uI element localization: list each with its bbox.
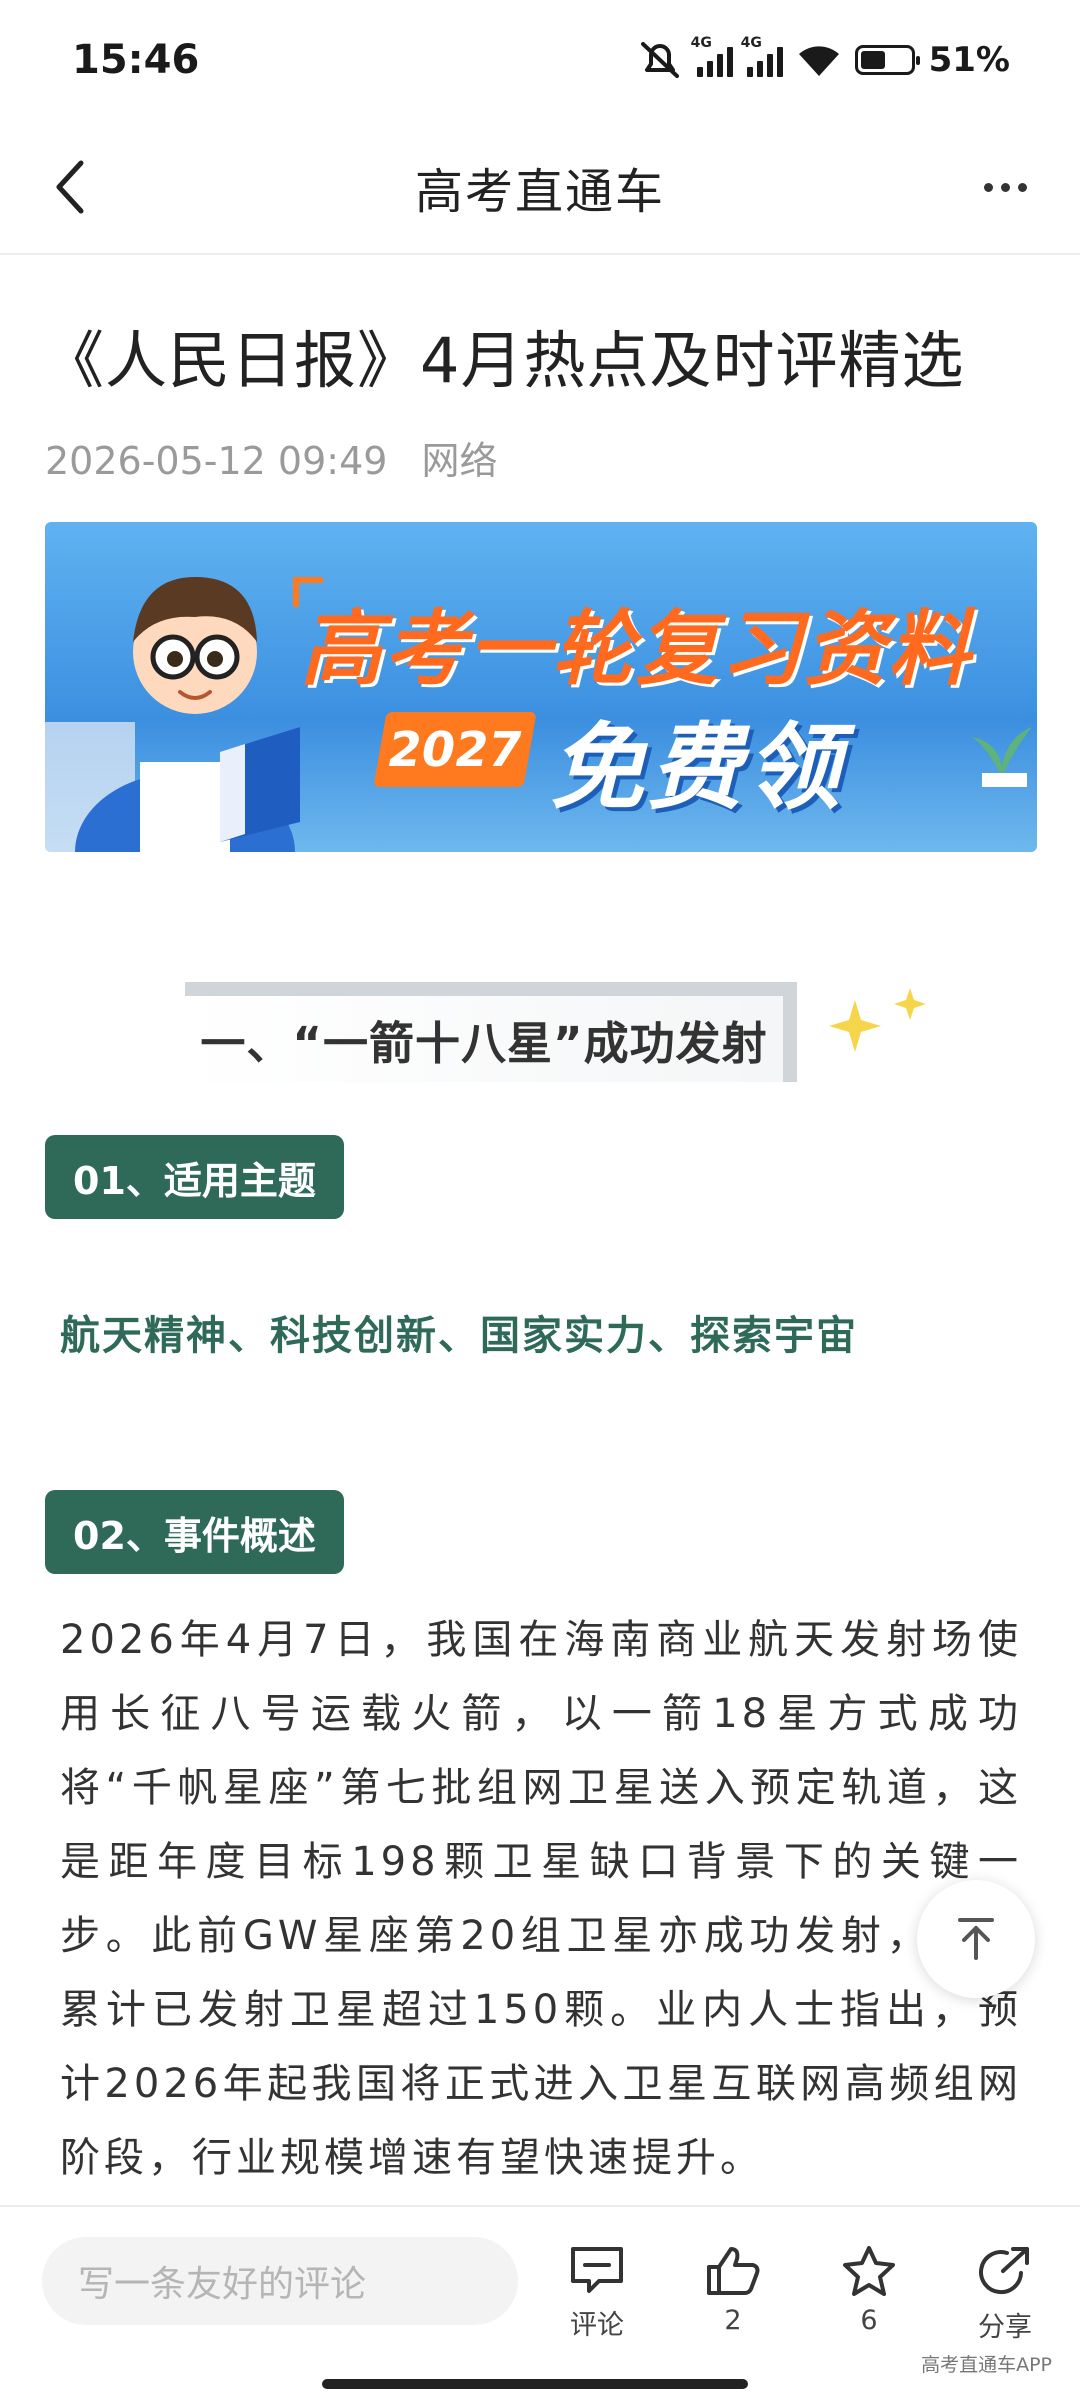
- more-dot: [1000, 182, 1010, 192]
- banner-headline: 高考一轮复习资料: [300, 602, 972, 697]
- mute-icon: [640, 42, 679, 78]
- status-icons: 4G 4G 51%: [637, 35, 1010, 80]
- home-indicator[interactable]: [322, 2379, 748, 2389]
- overview-label-pill: 02、事件概述: [45, 1490, 344, 1574]
- favorite-button[interactable]: 6: [824, 2245, 914, 2336]
- student-illustration: [45, 577, 300, 852]
- article-source: 网络: [421, 439, 498, 483]
- status-bar: 15:46 4G 4G 51%: [0, 0, 1080, 120]
- comment-icon: [571, 2247, 623, 2293]
- page-title: 高考直通车: [414, 163, 665, 220]
- network-type-label: 4G: [740, 35, 762, 51]
- scroll-to-top-button[interactable]: [917, 1880, 1035, 1998]
- promo-banner[interactable]: 高考一轮复习资料 2027 免费领: [45, 522, 1037, 852]
- more-dot: [1017, 182, 1027, 192]
- section-heading: 一、“一箭十八星”成功发射: [185, 982, 797, 1082]
- nav-bar: 高考直通车: [0, 120, 1080, 255]
- back-button[interactable]: [40, 155, 100, 219]
- section-heading-text: 一、“一箭十八星”成功发射: [200, 1016, 768, 1070]
- battery-icon: [854, 45, 920, 75]
- share-icon: [979, 2247, 1029, 2295]
- bottom-action-bar: 写一条友好的评论 评论 2 6 分享 高考直通车APP: [0, 2205, 1080, 2400]
- signal-icon-1: 4G: [691, 35, 733, 77]
- signal-icon-2: 4G: [741, 35, 783, 77]
- network-type-label: 4G: [690, 35, 712, 51]
- comment-input[interactable]: 写一条友好的评论: [42, 2237, 518, 2325]
- plant-decoration: [972, 727, 1032, 787]
- share-label: 分享: [978, 2312, 1032, 2343]
- article-content[interactable]: 《人民日报》4月热点及时评精选 2026-05-12 09:49 网络 高考一轮…: [0, 255, 1080, 2205]
- more-dot: [983, 182, 993, 192]
- wifi-icon: [798, 46, 839, 76]
- comment-button[interactable]: 评论: [552, 2245, 642, 2342]
- like-button[interactable]: 2: [688, 2245, 778, 2336]
- share-button[interactable]: 分享: [960, 2245, 1050, 2344]
- sparkle-icon: [829, 988, 926, 1052]
- star-icon: [843, 2246, 895, 2296]
- overview-paragraph: 2026年4月7日，我国在海南商业航天发射场使用长征八号运载火箭，以一箭18星方…: [60, 1617, 1022, 2181]
- more-button[interactable]: [970, 155, 1040, 219]
- comment-label: 评论: [570, 2310, 624, 2341]
- article-meta: 2026-05-12 09:49 网络: [45, 430, 520, 485]
- banner-cta: 免费领: [550, 714, 845, 823]
- like-count: 2: [724, 2305, 742, 2336]
- chevron-left-icon: [56, 160, 84, 214]
- topics-text: 航天精神、科技创新、国家实力、探索宇宙: [60, 1313, 858, 1359]
- topic-label-pill: 01、适用主题: [45, 1135, 344, 1219]
- banner-year-badge: 2027: [373, 712, 537, 787]
- status-time: 15:46: [72, 37, 200, 83]
- battery-percent: 51%: [928, 40, 1010, 80]
- app-watermark: 高考直通车APP: [921, 2354, 1052, 2376]
- article-title: 《人民日报》4月热点及时评精选: [42, 324, 965, 397]
- arrow-up-icon: [958, 1918, 994, 1960]
- article-date: 2026-05-12 09:49: [45, 439, 388, 483]
- thumbs-up-icon: [707, 2247, 760, 2295]
- favorite-count: 6: [860, 2305, 878, 2336]
